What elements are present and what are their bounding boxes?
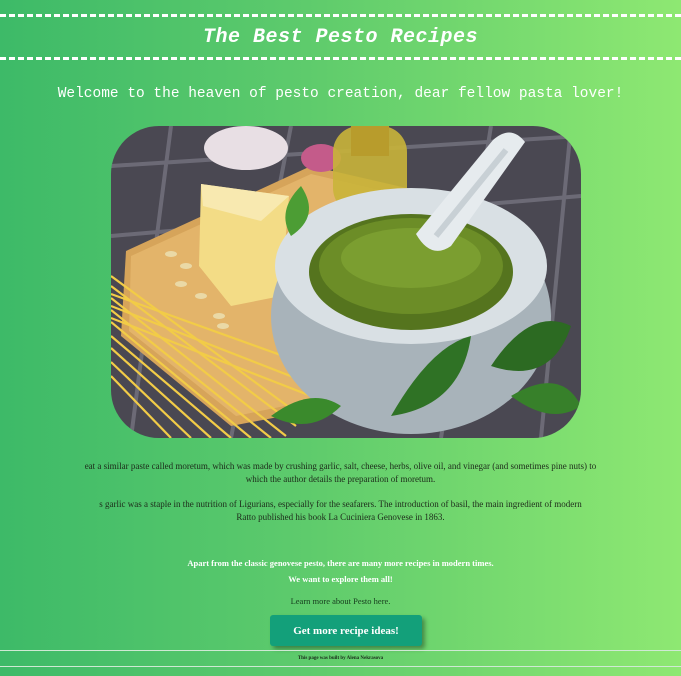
intro-section: Apart from the classic genovese pesto, t… — [0, 555, 681, 587]
site-title: The Best Pesto Recipes — [202, 25, 479, 49]
site-header: The Best Pesto Recipes — [0, 14, 681, 60]
learn-more-link[interactable]: Learn more about Pesto here. — [0, 596, 681, 606]
recipe-ideas-button[interactable]: Get more recipe ideas! — [270, 615, 422, 646]
history-text: which the author details the preparation… — [245, 474, 436, 484]
welcome-message: Welcome to the heaven of pesto creation,… — [57, 86, 624, 102]
hero-image — [111, 126, 581, 438]
history-section: eat a similar paste called moretum, whic… — [0, 460, 681, 524]
history-text: Ratto published his book La Cuciniera Ge… — [236, 512, 445, 522]
site-footer: This page was built by Alena Nekrasova — [0, 650, 681, 667]
footer-credit: This page was built by Alena Nekrasova — [297, 656, 384, 661]
intro-text: We want to explore them all! — [288, 574, 393, 584]
history-text: eat a similar paste called moretum, whic… — [84, 461, 597, 471]
intro-text: Apart from the classic genovese pesto, t… — [187, 558, 494, 568]
history-text: s garlic was a staple in the nutrition o… — [99, 499, 582, 509]
